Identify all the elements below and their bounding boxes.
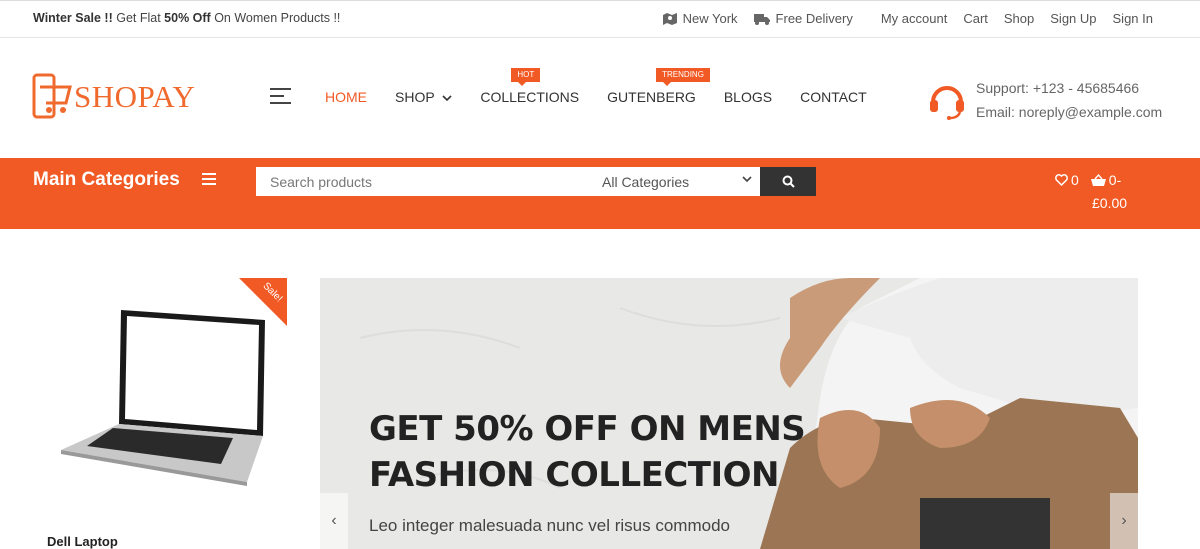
chevron-down-icon	[442, 95, 452, 102]
hot-badge: HOT	[511, 68, 541, 86]
nav-shop-label: SHOP	[395, 89, 435, 105]
nav-gutenberg-label: GUTENBERG	[607, 89, 696, 105]
main-categories-label: Main Categories	[33, 169, 180, 190]
slider-next-button[interactable]: ›	[1110, 493, 1138, 549]
support-phone: Support: +123 - 45685466	[976, 80, 1140, 96]
link-cart[interactable]: Cart	[963, 11, 988, 26]
nav-gutenberg[interactable]: TRENDING GUTENBERG	[607, 68, 710, 105]
nav-shop[interactable]: SHOP	[395, 89, 452, 105]
link-shop[interactable]: Shop	[1004, 11, 1034, 26]
wishlist-button[interactable]: 0	[1055, 172, 1079, 188]
trending-badge: TRENDING	[656, 68, 710, 86]
map-icon	[662, 12, 677, 25]
nav-blogs-label: BLOGS	[723, 89, 773, 105]
link-sign-up[interactable]: Sign Up	[1050, 11, 1096, 26]
sale-badge: Sale!	[239, 278, 287, 326]
category-select[interactable]: All Categories	[602, 174, 689, 190]
promo-mid: Get Flat	[112, 11, 165, 25]
menu-icon	[201, 172, 216, 188]
nav-home-label: HOME	[325, 89, 367, 105]
top-links: New York Free Delivery My account Cart S…	[662, 11, 1153, 26]
cart-button[interactable]: 0-	[1090, 172, 1122, 188]
link-sign-in[interactable]: Sign In	[1113, 11, 1153, 26]
promo-bold: Winter Sale !!	[33, 11, 113, 25]
banner-subtitle: Leo integer malesuada nunc vel risus com…	[369, 516, 730, 535]
support-info: Support: +123 - 45685466 Email: noreply@…	[928, 76, 1162, 124]
nav-contact-label: CONTACT	[800, 89, 867, 105]
banner-headline-line-2: FASHION COLLECTION	[369, 455, 780, 495]
nav-home[interactable]: HOME	[325, 89, 367, 105]
banner-headline: GET 50% OFF ON MENS FASHION COLLECTION	[369, 406, 806, 498]
nav-collections-label: COLLECTIONS	[480, 89, 580, 105]
nav-contact[interactable]: CONTACT	[800, 89, 867, 105]
delivery-label: Free Delivery	[775, 11, 853, 26]
nav-blogs[interactable]: BLOGS	[724, 89, 772, 105]
cart-total: £0.00	[1092, 195, 1128, 211]
search-icon	[782, 175, 795, 188]
location[interactable]: New York	[662, 11, 738, 26]
header: SHOPAY HOME SHOP HOT COLLECTIONS TRENDIN…	[0, 38, 1200, 158]
product-card[interactable]: Sale!	[33, 278, 287, 549]
main-nav: HOME SHOP HOT COLLECTIONS TRENDING GUTEN…	[325, 68, 895, 105]
chevron-right-icon: ›	[1121, 512, 1127, 529]
product-name[interactable]: Dell Laptop	[47, 534, 118, 549]
category-bar: Main Categories Search products All Cate…	[0, 158, 1200, 229]
search-input[interactable]: Search products	[270, 174, 372, 190]
slider-prev-button[interactable]: ‹	[320, 493, 348, 549]
promo-end: On Women Products !!	[210, 11, 341, 25]
promo-percent: 50% Off	[164, 11, 211, 25]
heart-icon	[1055, 174, 1068, 186]
wishlist-count: 0	[1071, 172, 1079, 188]
link-my-account[interactable]: My account	[881, 11, 947, 26]
truck-icon	[753, 13, 770, 25]
location-label: New York	[682, 11, 738, 26]
chevron-left-icon: ‹	[331, 512, 337, 529]
banner-headline-line-1: GET 50% OFF ON MENS	[369, 409, 806, 449]
basket-icon	[1090, 174, 1106, 186]
cart-count: 0-	[1108, 172, 1122, 188]
search-bar: Search products All Categories	[256, 167, 760, 196]
chevron-down-icon	[742, 176, 752, 183]
promo-text: Winter Sale !! Get Flat 50% Off On Women…	[33, 11, 340, 25]
cart-logo-icon	[32, 73, 72, 119]
logo-text: SHOPAY	[74, 79, 196, 114]
cart-widget: 0 0- £0.00	[1055, 172, 1127, 211]
support-email: Email: noreply@example.com	[976, 104, 1163, 120]
delivery[interactable]: Free Delivery	[753, 11, 853, 26]
logo[interactable]: SHOPAY	[32, 73, 195, 121]
nav-collections[interactable]: HOT COLLECTIONS	[480, 68, 580, 105]
top-bar: Winter Sale !! Get Flat 50% Off On Women…	[0, 0, 1200, 38]
main-categories-button[interactable]: Main Categories	[33, 169, 216, 191]
headset-icon	[930, 86, 964, 120]
hero-banner: GET 50% OFF ON MENS FASHION COLLECTION L…	[320, 278, 1138, 549]
search-button[interactable]	[760, 167, 816, 196]
menu-icon[interactable]	[270, 88, 291, 105]
